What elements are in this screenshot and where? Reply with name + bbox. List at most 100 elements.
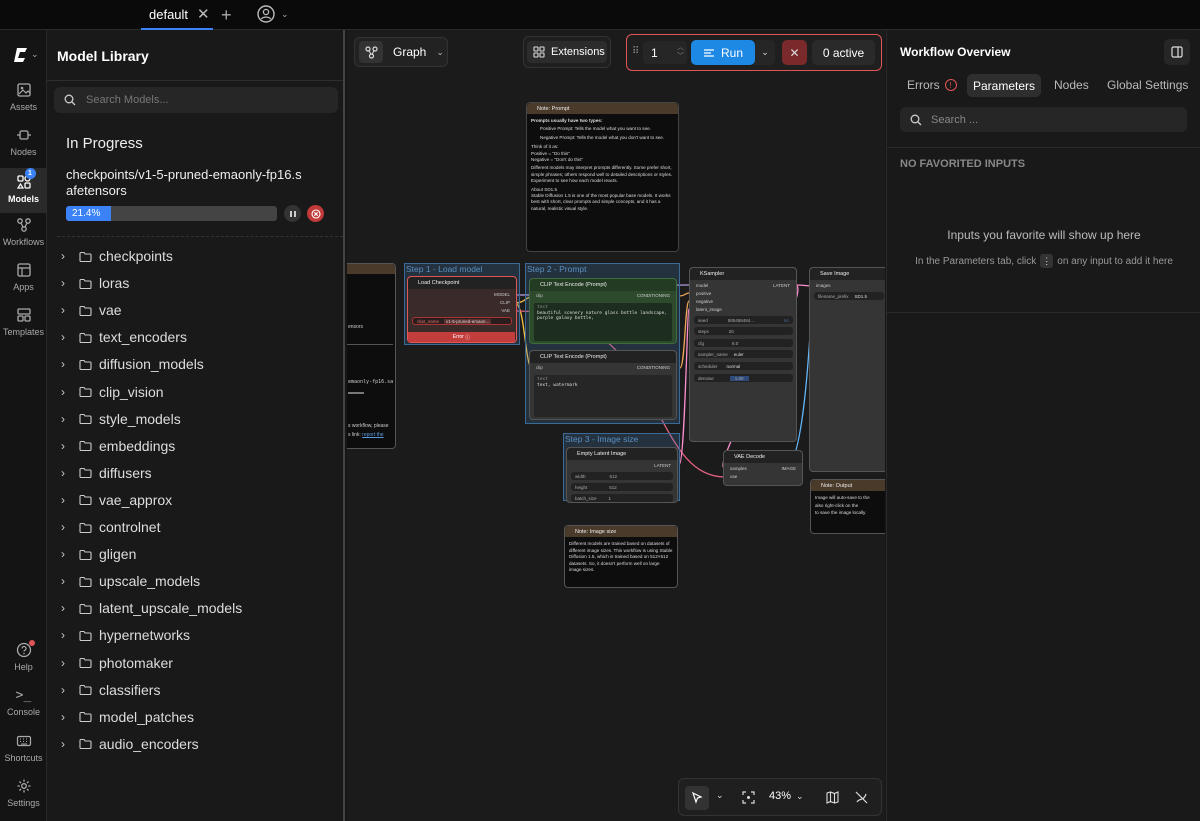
chevron-down-icon[interactable]: ⌄ [716,790,724,801]
folder-item[interactable]: › vae [61,298,122,322]
cancel-download-button[interactable] [307,205,324,222]
note-text: Positive Prompt: Tells the model what yo… [540,126,651,132]
rail-apps[interactable]: Apps [0,262,47,302]
rail-templates[interactable]: Templates [0,307,47,347]
toggle-panel-button[interactable] [1164,39,1190,65]
parameters-search-input[interactable]: Search ... [900,107,1187,132]
save-image-node[interactable]: Save Image images filename_prefix SD1.5 [809,267,885,472]
folder-item[interactable]: › clip_vision [61,380,164,404]
empty-latent-image-node[interactable]: Empty Latent Image LATENT width 512 heigh… [566,447,678,503]
fit-view-icon[interactable] [742,791,755,804]
note-prompt-node[interactable]: Note: Prompt Prompts usually have two ty… [526,102,679,252]
rail-settings[interactable]: Settings [0,778,47,818]
height-widget[interactable]: height 512 [571,483,673,491]
run-options-button[interactable]: ⌄ [755,40,775,65]
ksampler-node[interactable]: KSampler model positive negative latent_… [689,267,797,442]
folder-label: diffusion_models [99,356,204,373]
folder-item[interactable]: › style_models [61,407,181,431]
folder-item[interactable]: › audio_encoders [61,732,199,756]
load-checkpoint-node[interactable]: Load Checkpoint MODEL CLIP VAE ckpt_name… [407,276,517,343]
rail-assets[interactable]: Assets [0,82,47,122]
prompt-textarea[interactable]: text beautiful scenery nature glass bott… [534,303,672,341]
pause-download-button[interactable] [284,205,301,222]
model-library-panel: Model Library Search Models... In Progre… [47,30,345,821]
drag-handle-icon[interactable]: ⠿ [632,46,639,57]
vae-decode-node[interactable]: VAE Decode samples vae IMAGE [723,450,803,486]
note-text: to save the image locally. [815,510,867,516]
chevron-right-icon: › [61,465,65,480]
rail-label: Models [7,194,39,204]
scheduler-widget[interactable]: scheduler normal [694,362,793,370]
add-tab-button[interactable]: + [221,5,232,26]
cursor-icon [691,792,703,804]
prompt-textarea[interactable]: text text, watermark [534,375,672,417]
output-conditioning: CONDITIONING [636,365,670,370]
folder-item[interactable]: › hypernetworks [61,623,190,647]
note-text: Negative Prompt: Tells the model what yo… [540,134,665,140]
search-models-input[interactable]: Search Models... [54,87,338,113]
note-text: Negative = "Don't do this" [531,157,584,163]
extensions-button[interactable]: Extensions [523,36,611,68]
queue-active-button[interactable]: 0 active [812,40,875,65]
rail-console[interactable]: >_ Console [0,688,47,728]
folder-label: controlnet [99,519,161,535]
folder-item[interactable]: › text_encoders [61,325,187,349]
folder-item[interactable]: › model_patches [61,705,194,729]
ckpt-name-widget[interactable]: ckpt_name v1-5-pruned-emaon... [412,317,512,325]
sampler-name-widget[interactable]: sampler_name euler [694,350,793,358]
folder-item[interactable]: › classifiers [61,678,160,702]
error-bar[interactable]: Error ⓘ [408,332,515,342]
stepper-arrows[interactable]: ︿ ﹀ [677,43,684,61]
tab-global-settings[interactable]: Global Settings [1107,78,1188,92]
tab-errors[interactable]: Errors ! [907,78,957,92]
minimap-icon[interactable] [826,791,839,804]
user-menu-button[interactable]: ⌄ [257,5,289,23]
denoise-widget[interactable]: denoise 1.00 [694,374,793,382]
folder-item[interactable]: › photomaker [61,651,173,675]
node-title: VAE Decode [734,454,766,460]
graph-canvas[interactable]: ensors emaonly-fp16.sa s workflow, pleas… [347,30,885,821]
rail-help[interactable]: Help [0,640,47,682]
folder-item[interactable]: › latent_upscale_models [61,596,242,620]
node-title: Save Image [820,271,850,277]
cfg-widget[interactable]: cfg 8.0 [694,339,793,347]
group-title: Step 3 - Image size [565,434,639,444]
select-tool-button[interactable] [685,786,709,810]
rail-shortcuts[interactable]: Shortcuts [0,733,47,773]
hide-links-icon[interactable] [855,791,868,804]
partial-note-node[interactable]: ensors emaonly-fp16.sa s workflow, pleas… [347,263,396,449]
graph-mode-button[interactable]: Graph ⌄ [354,37,448,67]
graph-icon [359,41,383,63]
clip-text-encode-negative-node[interactable]: CLIP Text Encode (Prompt) clip CONDITION… [529,350,677,420]
folder-item[interactable]: › loras [61,271,129,295]
folder-item[interactable]: › embeddings [61,434,175,458]
width-widget[interactable]: width 512 [571,472,673,480]
rail-nodes[interactable]: Nodes [0,127,47,167]
folder-item[interactable]: › diffusion_models [61,352,204,376]
note-output-node[interactable]: Note: Output Image will auto-save to the… [810,479,885,534]
rail-workflows[interactable]: Workflows [0,217,47,257]
seed-widget[interactable]: seed 585458484... ○○ [694,316,793,324]
folder-item[interactable]: › checkpoints [61,244,173,268]
graph-label: Graph [393,45,427,59]
folder-item[interactable]: › gligen [61,542,136,566]
folder-item[interactable]: › controlnet [61,515,160,539]
zoom-control[interactable]: 43% ⌄ [769,790,804,802]
tab-nodes[interactable]: Nodes [1054,78,1089,92]
interrupt-button[interactable]: ✕ [782,40,807,65]
run-button[interactable]: Run [691,40,755,65]
folder-item[interactable]: › diffusers [61,461,152,485]
close-icon[interactable]: ✕ [197,5,210,23]
steps-widget[interactable]: steps 20 [694,327,793,335]
filename-prefix-widget[interactable]: filename_prefix SD1.5 [814,292,884,300]
folder-item[interactable]: › upscale_models [61,569,200,593]
batch-count-input[interactable]: 1 ︿ ﹀ [643,41,687,64]
clip-text-encode-positive-node[interactable]: CLIP Text Encode (Prompt) clip CONDITION… [529,278,677,344]
comfy-logo[interactable]: ⌄ [14,46,39,62]
tab-parameters[interactable]: Parameters [967,74,1041,97]
batch-size-widget[interactable]: batch_size 1 [571,494,673,502]
note-image-size-node[interactable]: Note: Image size Different models are tr… [564,525,678,588]
tab-default[interactable]: default ✕ [141,0,213,30]
rail-models[interactable]: 1 Models [0,168,47,213]
folder-item[interactable]: › vae_approx [61,488,172,512]
